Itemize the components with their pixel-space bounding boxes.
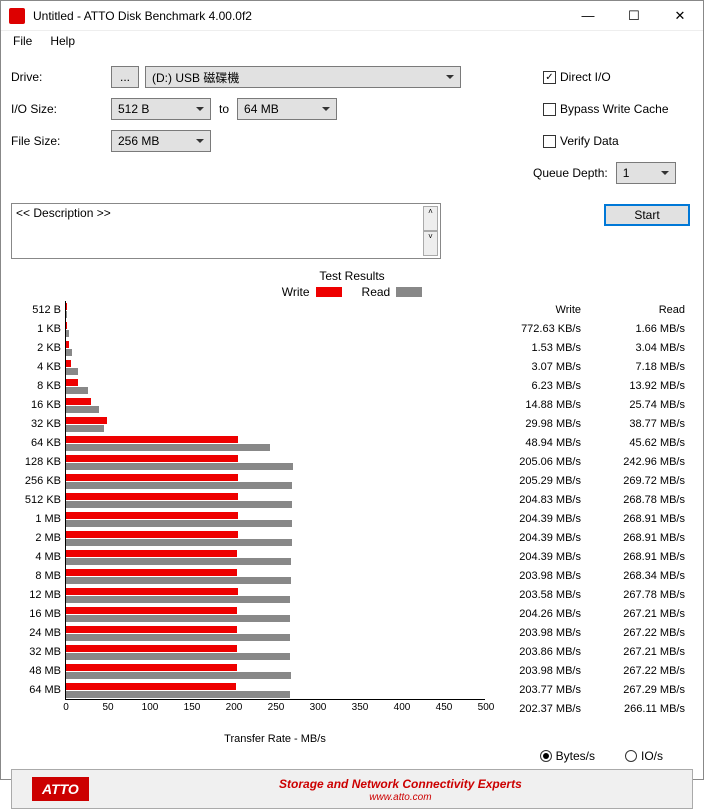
io-radio[interactable]: IO/s xyxy=(625,749,663,763)
bypass-checkbox[interactable]: Bypass Write Cache xyxy=(543,98,693,120)
drive-select[interactable]: (D:) USB 磁碟機 xyxy=(145,66,461,88)
radio-icon xyxy=(540,750,552,762)
footer-banner[interactable]: ATTO Storage and Network Connectivity Ex… xyxy=(11,769,693,809)
menu-help[interactable]: Help xyxy=(44,33,81,49)
drive-browse-button[interactable]: ... xyxy=(111,66,139,88)
verify-checkbox[interactable]: Verify Data xyxy=(543,130,693,152)
bytes-radio[interactable]: Bytes/s xyxy=(540,749,595,763)
chart-legend: Write Read xyxy=(11,285,693,299)
window-title: Untitled - ATTO Disk Benchmark 4.00.0f2 xyxy=(33,9,565,23)
iosize-label: I/O Size: xyxy=(11,102,111,116)
filesize-select[interactable]: 256 MB xyxy=(111,130,211,152)
checkbox-icon xyxy=(543,135,556,148)
close-button[interactable]: ✕ xyxy=(657,1,703,31)
minimize-button[interactable]: — xyxy=(565,1,611,31)
io-from-select[interactable]: 512 B xyxy=(111,98,211,120)
footer-text: Storage and Network Connectivity Experts… xyxy=(109,775,692,803)
description-input[interactable]: << Description >> ˄˅ xyxy=(11,203,441,259)
atto-logo: ATTO xyxy=(32,777,89,801)
write-column: Write772.63 KB/s1.53 MB/s3.07 MB/s6.23 M… xyxy=(485,301,589,719)
queue-depth-label: Queue Depth: xyxy=(533,166,608,180)
x-axis-label: Transfer Rate - MB/s xyxy=(65,733,485,745)
checkbox-icon xyxy=(543,103,556,116)
filesize-label: File Size: xyxy=(11,134,111,148)
drive-label: Drive: xyxy=(11,70,111,84)
to-label: to xyxy=(219,102,229,116)
menu-bar: File Help xyxy=(1,31,703,51)
app-icon xyxy=(9,8,25,24)
chart-y-labels: 512 B1 KB2 KB4 KB8 KB16 KB32 KB64 KB128 … xyxy=(11,301,65,719)
spin-down-icon[interactable]: ˅ xyxy=(423,231,438,256)
chart-plot: 050100150200250300350400450500 xyxy=(65,301,485,700)
read-column: Read1.66 MB/s3.04 MB/s7.18 MB/s13.92 MB/… xyxy=(589,301,693,719)
controls-panel: Drive: ... (D:) USB 磁碟機 ✓Direct I/O I/O … xyxy=(1,51,703,193)
title-bar: Untitled - ATTO Disk Benchmark 4.00.0f2 … xyxy=(1,1,703,31)
results-title: Test Results xyxy=(11,269,693,283)
io-to-select[interactable]: 64 MB xyxy=(237,98,337,120)
spin-up-icon[interactable]: ˄ xyxy=(423,206,438,231)
read-swatch xyxy=(396,287,422,297)
results-panel: Test Results Write Read 512 B1 KB2 KB4 K… xyxy=(11,269,693,763)
radio-icon xyxy=(625,750,637,762)
start-button[interactable]: Start xyxy=(604,204,690,226)
menu-file[interactable]: File xyxy=(7,33,38,49)
write-swatch xyxy=(316,287,342,297)
checkbox-icon: ✓ xyxy=(543,71,556,84)
direct-io-checkbox[interactable]: ✓Direct I/O xyxy=(543,66,693,88)
maximize-button[interactable]: ☐ xyxy=(611,1,657,31)
queue-depth-select[interactable]: 1 xyxy=(616,162,676,184)
